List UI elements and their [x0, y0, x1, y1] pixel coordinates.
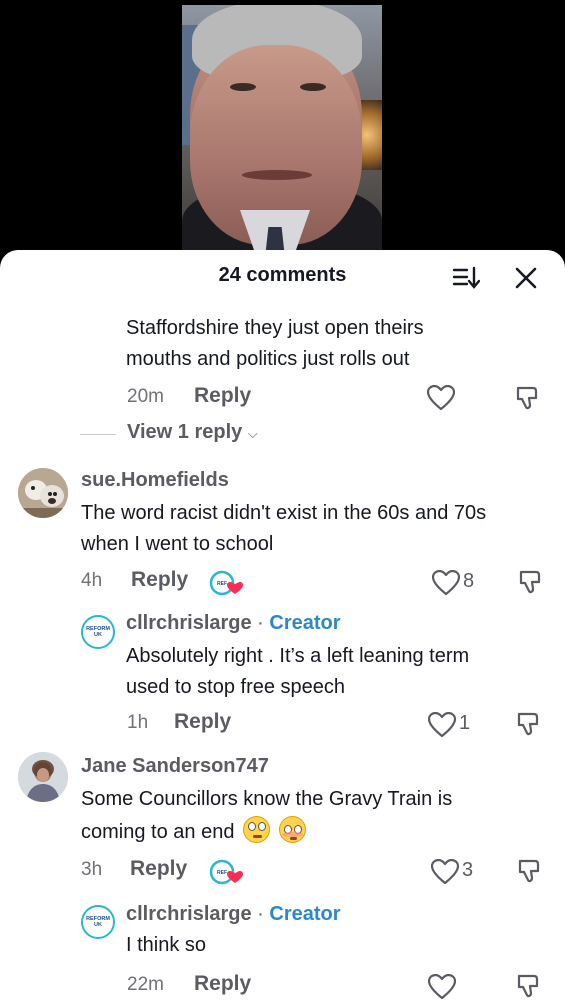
dislike-icon[interactable]	[514, 972, 542, 1000]
comment-item: Staffordshire they just open theirs mout…	[0, 250, 565, 460]
comment-text: Some Councillors know the Gravy Train is…	[81, 788, 453, 843]
creator-liked-icon: REF	[209, 859, 243, 885]
eye-roll-emoji-icon	[243, 816, 270, 843]
like-count: 3	[462, 859, 474, 881]
comment-item: Jane Sanderson747 Some Councillors know …	[0, 750, 565, 1000]
heart-icon[interactable]	[428, 712, 456, 738]
comments-sheet: 24 comments Staffordshire they just open…	[0, 250, 565, 1000]
creator-liked-icon: REF	[209, 570, 243, 596]
comment-time: 20m	[127, 386, 164, 407]
heart-icon[interactable]	[432, 570, 460, 596]
like-count: 1	[459, 712, 471, 734]
creator-badge: Creator	[269, 612, 341, 634]
comment-username[interactable]: sue.Homefields	[81, 469, 229, 492]
svg-text:REF: REF	[217, 581, 227, 587]
reply-username[interactable]: cllrchrislarge · Creator	[126, 903, 341, 926]
dislike-icon[interactable]	[515, 857, 543, 885]
comment-text: The word racist didn't exist in the 60s …	[81, 502, 487, 555]
reply-button[interactable]: Reply	[194, 384, 251, 408]
comment-username[interactable]: Jane Sanderson747	[81, 755, 269, 778]
creator-badge: Creator	[269, 903, 341, 925]
reply-text: I think so	[126, 934, 207, 956]
avatar[interactable]	[18, 752, 68, 802]
dislike-icon[interactable]	[516, 568, 544, 596]
avatar[interactable]	[18, 468, 68, 518]
creator-avatar[interactable]: REFORM UK	[81, 905, 115, 939]
dislike-icon[interactable]	[513, 384, 541, 412]
reply-username[interactable]: cllrchrislarge · Creator	[126, 612, 341, 635]
reply-button[interactable]: Reply	[131, 568, 188, 592]
video-player[interactable]	[0, 0, 565, 262]
comment-time: 4h	[81, 570, 103, 591]
reply-button[interactable]: Reply	[194, 972, 251, 996]
svg-text:REF: REF	[217, 870, 227, 876]
reply-time: 22m	[127, 974, 164, 995]
video-frame	[182, 5, 382, 262]
comment-time: 3h	[81, 859, 103, 880]
reply-time: 1h	[127, 712, 149, 733]
dislike-icon[interactable]	[514, 710, 542, 738]
creator-avatar[interactable]: REFORM UK	[81, 615, 115, 649]
reply-text: Absolutely right . It’s a left leaning t…	[126, 645, 470, 698]
comment-item: sue.Homefields The word racist didn't ex…	[0, 460, 565, 750]
chevron-down-icon: ⌵	[247, 426, 258, 441]
reply-button[interactable]: Reply	[130, 857, 187, 881]
comment-text: Staffordshire they just open theirs mout…	[126, 317, 424, 370]
heart-icon[interactable]	[428, 974, 456, 1000]
heart-icon[interactable]	[431, 859, 459, 885]
reply-button[interactable]: Reply	[174, 710, 231, 734]
like-count: 8	[463, 570, 475, 592]
heart-icon[interactable]	[427, 385, 455, 411]
flushed-emoji-icon	[278, 816, 306, 843]
